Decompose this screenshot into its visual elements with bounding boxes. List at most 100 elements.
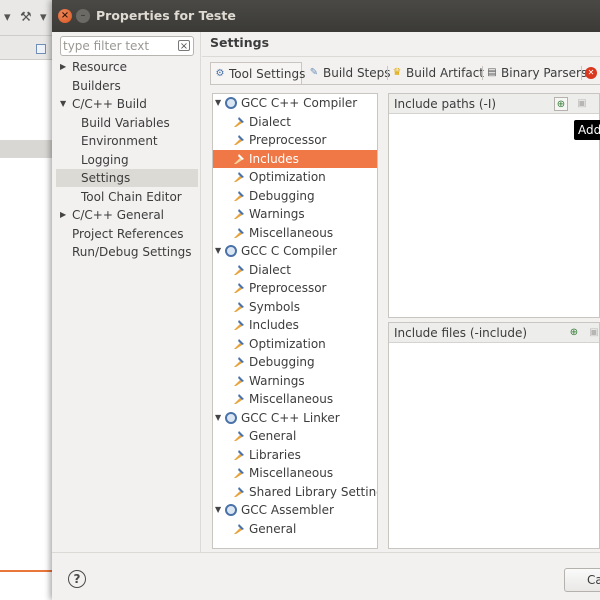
option-category-icon (234, 264, 244, 275)
tree-item[interactable]: General (213, 520, 377, 539)
tree-item-label: Dialect (249, 262, 291, 277)
nav-item-cpp-build[interactable]: ▼ C/C++ Build (56, 95, 198, 113)
tree-item[interactable]: Shared Library Settings (213, 483, 377, 502)
tree-item[interactable]: Preprocessor (213, 131, 377, 150)
property-pages-nav: × ▶ Resource Builders ▼ C/C++ Build Buil… (56, 32, 198, 552)
delete-path-icon[interactable]: ▣ (575, 97, 589, 111)
tree-item[interactable]: Debugging (213, 187, 377, 206)
nav-item-tool-chain-editor[interactable]: Tool Chain Editor (56, 188, 198, 206)
option-category-icon (234, 190, 244, 201)
build-artifact-icon: ♛ (392, 67, 402, 78)
help-button[interactable]: ? (68, 570, 86, 588)
tree-item[interactable]: ▼ GCC C++ Compiler (213, 94, 377, 113)
tree-item-label: Warnings (249, 207, 305, 221)
tree-item[interactable]: ▼ GCC C Compiler (213, 242, 377, 261)
collapse-arrow-icon[interactable]: ▼ (60, 95, 70, 113)
option-category-icon (234, 523, 244, 534)
filter-input[interactable] (63, 38, 171, 54)
tree-item[interactable]: Dialect (213, 261, 377, 280)
tool-settings-icon: ⚙ (215, 68, 225, 79)
tree-item-label: Debugging (249, 355, 315, 369)
dialog-titlebar: × – Properties for Teste (52, 0, 600, 32)
tree-item-label: Libraries (249, 447, 301, 462)
tree-item[interactable]: Miscellaneous (213, 390, 377, 409)
window-minimize-icon[interactable]: – (76, 9, 90, 23)
nav-item-resource[interactable]: ▶ Resource (56, 58, 198, 76)
collapse-arrow-icon[interactable]: ▼ (215, 409, 225, 427)
option-category-icon (234, 301, 244, 312)
dropdown-arrow-icon[interactable]: ▾ (40, 8, 47, 28)
nav-item-environment[interactable]: Environment (56, 132, 198, 150)
include-files-header: Include files (-include) ⊕ ▣ (389, 323, 599, 343)
nav-item-builders[interactable]: Builders (56, 77, 198, 95)
tab-error-parsers[interactable]: ✕ (583, 62, 600, 84)
tree-item[interactable]: Optimization (213, 168, 377, 187)
collapse-arrow-icon[interactable]: ▼ (215, 94, 225, 112)
option-category-icon (234, 357, 244, 367)
tree-item[interactable]: ▼ GCC C++ Linker (213, 409, 377, 428)
nav-item-run-debug-settings[interactable]: Run/Debug Settings (56, 243, 198, 261)
include-files-pane: Include files (-include) ⊕ ▣ (388, 322, 600, 549)
option-category-icon (234, 431, 244, 441)
background-tab-strip (0, 36, 60, 60)
tree-item[interactable]: General (213, 427, 377, 446)
panel-divider[interactable] (200, 32, 201, 552)
add-tooltip: Add (574, 120, 600, 140)
tree-item[interactable]: Miscellaneous (213, 464, 377, 483)
background-selected-row (0, 140, 60, 158)
tree-item[interactable]: Warnings (213, 372, 377, 391)
collapse-arrow-icon[interactable]: ▼ (215, 242, 225, 260)
tree-item-label: Debugging (249, 188, 315, 203)
tree-item[interactable]: Debugging (213, 353, 377, 372)
tree-item[interactable]: ▼ GCC Assembler (213, 501, 377, 520)
tree-item-label: Miscellaneous (249, 466, 334, 480)
tab-build-steps[interactable]: ✎ Build Steps (305, 62, 391, 84)
clear-filter-icon[interactable]: × (178, 40, 190, 52)
minimize-view-icon[interactable] (36, 44, 46, 54)
tree-item-selected[interactable]: Includes (213, 149, 377, 168)
tab-label: Tool Settings (229, 67, 306, 81)
tree-item-label: Includes (249, 151, 299, 166)
dialog-button-bar: ? Cancel (52, 552, 600, 600)
nav-item-settings[interactable]: Settings (56, 169, 198, 187)
nav-item-project-references[interactable]: Project References (56, 225, 198, 243)
option-category-icon (234, 394, 244, 404)
add-path-icon[interactable]: ⊕ (554, 97, 568, 111)
tree-item[interactable]: Includes (213, 316, 377, 335)
tree-item[interactable]: Optimization (213, 335, 377, 354)
tab-tool-settings[interactable]: ⚙ Tool Settings (210, 62, 306, 84)
window-close-icon[interactable]: × (58, 9, 72, 23)
cancel-button[interactable]: Cancel (564, 568, 600, 592)
option-category-icon (234, 209, 244, 219)
nav-item-cpp-general[interactable]: ▶ C/C++ General (56, 206, 198, 224)
nav-item-build-variables[interactable]: Build Variables (56, 114, 198, 132)
tree-item-label: GCC C Compiler (241, 244, 338, 258)
tree-item[interactable]: Warnings (213, 205, 377, 224)
expand-arrow-icon[interactable]: ▶ (60, 58, 70, 76)
dropdown-arrow-icon[interactable]: ▾ (4, 8, 11, 28)
tree-item[interactable]: Libraries (213, 446, 377, 465)
tab-binary-parsers[interactable]: ▤ Binary Parsers (483, 62, 587, 84)
tree-item-label: GCC C++ Compiler (241, 96, 358, 110)
add-file-icon[interactable]: ⊕ (567, 326, 581, 340)
build-hammer-icon[interactable]: ⚒ (20, 8, 32, 28)
option-category-icon (234, 227, 244, 238)
nav-item-label: Build Variables (81, 116, 170, 130)
binary-parsers-icon: ▤ (487, 67, 497, 78)
delete-file-icon[interactable]: ▣ (587, 326, 600, 340)
option-category-icon (234, 486, 244, 497)
tab-build-artifact[interactable]: ♛ Build Artifact (388, 62, 484, 84)
collapse-arrow-icon[interactable]: ▼ (215, 501, 225, 519)
expand-arrow-icon[interactable]: ▶ (60, 206, 70, 224)
tree-item[interactable]: Preprocessor (213, 279, 377, 298)
tree-item[interactable]: Symbols (213, 298, 377, 317)
nav-item-logging[interactable]: Logging (56, 151, 198, 169)
tab-label: Build Steps (323, 66, 391, 80)
title-divider (202, 56, 600, 57)
tree-item-label: Shared Library Settings (249, 484, 378, 499)
option-category-icon (234, 116, 244, 127)
tree-item[interactable]: Miscellaneous (213, 224, 377, 243)
tree-item[interactable]: Dialect (213, 113, 377, 132)
option-category-icon (234, 283, 244, 293)
tree-item-label: Warnings (249, 373, 305, 388)
